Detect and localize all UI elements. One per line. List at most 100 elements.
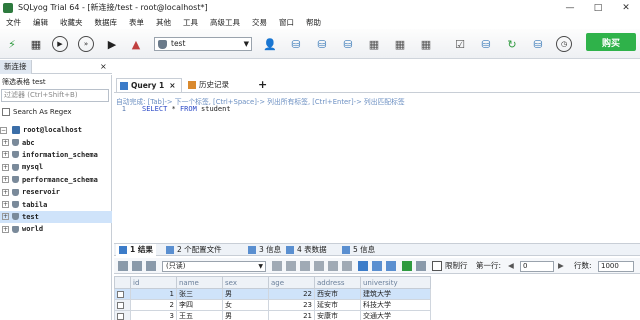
table-row[interactable]: 2 李四 女 23 延安市 科技大学 xyxy=(114,299,431,311)
tree-item-world[interactable]: + world xyxy=(0,223,112,235)
form-view-icon[interactable]: ▦ xyxy=(418,36,434,52)
schema-sync-icon[interactable]: ☑ xyxy=(452,36,468,52)
grid-mode-icon[interactable] xyxy=(358,261,368,271)
table-cell[interactable]: 21 xyxy=(268,310,315,320)
column-header-university[interactable]: university xyxy=(360,276,431,289)
execute-all-icon[interactable]: » xyxy=(78,36,94,52)
create-database-icon[interactable]: ⛁ xyxy=(288,36,304,52)
table-cell[interactable]: 男 xyxy=(222,310,269,320)
row-checkbox-cell[interactable] xyxy=(114,299,131,311)
maximize-button[interactable]: □ xyxy=(584,0,612,15)
expand-icon[interactable]: + xyxy=(2,188,9,196)
regex-search-option[interactable]: Search As Regex xyxy=(0,108,72,116)
menu-tools[interactable]: 工具 xyxy=(177,17,204,28)
export-icon[interactable]: ⛁ xyxy=(530,36,546,52)
column-header-id[interactable]: id xyxy=(130,276,177,289)
tree-item-test[interactable]: + test xyxy=(0,210,112,224)
menu-window[interactable]: 窗口 xyxy=(273,17,300,28)
import-icon[interactable]: ⛁ xyxy=(478,36,494,52)
tab-results[interactable]: 1 结果 xyxy=(116,244,156,256)
first-row-input[interactable]: 0 xyxy=(520,261,554,272)
user-manager-icon[interactable]: 👤 xyxy=(262,36,278,52)
table-cell[interactable]: 1 xyxy=(130,288,177,300)
execute-query-icon[interactable]: ▶ xyxy=(52,36,68,52)
expand-icon[interactable]: + xyxy=(2,213,9,221)
expand-icon[interactable]: + xyxy=(2,176,9,184)
expand-icon[interactable]: + xyxy=(2,163,9,171)
row-checkbox[interactable] xyxy=(117,290,124,298)
backup-database-icon[interactable]: ⛁ xyxy=(340,36,356,52)
filter-icon[interactable] xyxy=(402,261,412,271)
tab-query-1[interactable]: Query 1 × xyxy=(116,78,182,92)
previous-page-icon[interactable]: ◀ xyxy=(508,261,514,271)
column-header-sex[interactable]: sex xyxy=(222,276,269,289)
form-icon[interactable] xyxy=(132,261,142,271)
table-cell[interactable]: 科技大学 xyxy=(360,299,431,311)
close-window-button[interactable]: ✕ xyxy=(612,0,640,15)
text-view-icon[interactable] xyxy=(146,261,156,271)
tab-profiles[interactable]: 2 个配置文件 xyxy=(166,244,222,256)
copy-icon[interactable] xyxy=(286,261,296,271)
menu-file[interactable]: 文件 xyxy=(0,17,27,28)
row-checkbox[interactable] xyxy=(117,312,124,320)
tab-messages[interactable]: 3 信息 xyxy=(248,244,281,256)
table-row[interactable]: 1 张三 男 22 西安市 建筑大学 xyxy=(114,288,431,300)
table-cell[interactable]: 张三 xyxy=(176,288,223,300)
new-connection-icon[interactable]: ⚡ xyxy=(4,36,20,52)
schema-designer-icon[interactable]: ▲ xyxy=(128,36,144,52)
table-cell[interactable]: 建筑大学 xyxy=(360,288,431,300)
tab-info[interactable]: 5 信息 xyxy=(342,244,375,256)
menu-help[interactable]: 帮助 xyxy=(300,17,327,28)
scheduler-icon[interactable]: ◷ xyxy=(556,36,572,52)
menu-table[interactable]: 表单 xyxy=(123,17,150,28)
table-row[interactable]: 3 王五 男 21 安康市 交通大学 xyxy=(114,310,431,320)
connection-tab[interactable]: 新连接 xyxy=(0,60,32,74)
table-cell[interactable]: 安康市 xyxy=(314,310,361,320)
table-cell[interactable]: 23 xyxy=(268,299,315,311)
expand-icon[interactable]: + xyxy=(2,139,9,147)
database-select[interactable]: test ▼ xyxy=(154,37,252,51)
refresh-icon[interactable]: ↻ xyxy=(504,36,520,52)
table-cell[interactable]: 3 xyxy=(130,310,177,320)
regex-checkbox[interactable] xyxy=(2,108,10,116)
table-cell[interactable]: 女 xyxy=(222,299,269,311)
revert-icon[interactable] xyxy=(342,261,352,271)
expand-icon[interactable]: + xyxy=(2,151,9,159)
close-icon[interactable]: × xyxy=(100,62,107,71)
query-editor[interactable]: 自动完成: [Tab]-> 下一个标签, [Ctrl+Space]-> 列出所有… xyxy=(114,92,640,242)
tab-history[interactable]: 历史记录 xyxy=(186,78,229,92)
tree-item-reservoir[interactable]: + reservoir xyxy=(0,186,112,198)
table-view-icon[interactable]: ▦ xyxy=(366,36,382,52)
code-line[interactable]: 1 SELECT * FROM student xyxy=(114,105,231,113)
minimize-button[interactable]: — xyxy=(556,0,584,15)
menu-database[interactable]: 数据库 xyxy=(89,17,124,28)
limit-rows-checkbox[interactable] xyxy=(432,261,442,271)
row-count-input[interactable]: 1000 xyxy=(598,261,634,272)
menu-others[interactable]: 其他 xyxy=(150,17,177,28)
collapse-icon[interactable]: − xyxy=(0,126,7,134)
export-results-icon[interactable] xyxy=(272,261,282,271)
grid-icon[interactable] xyxy=(118,261,128,271)
table-cell[interactable]: 王五 xyxy=(176,310,223,320)
row-checkbox-cell[interactable] xyxy=(114,288,131,300)
menu-advanced-tools[interactable]: 高级工具 xyxy=(204,17,246,28)
expand-icon[interactable]: + xyxy=(2,201,9,209)
form-mode-icon[interactable] xyxy=(372,261,382,271)
text-mode-icon[interactable] xyxy=(386,261,396,271)
buy-button[interactable]: 购买 xyxy=(586,33,636,51)
column-header-age[interactable]: age xyxy=(268,276,315,289)
filter-input[interactable]: 过滤器 (Ctrl+Shift+B) xyxy=(1,89,109,102)
create-table-icon[interactable]: ⛁ xyxy=(314,36,330,52)
add-tab-button[interactable]: + xyxy=(258,78,267,92)
row-checkbox[interactable] xyxy=(117,301,124,309)
next-page-icon[interactable]: ▶ xyxy=(558,261,564,271)
refresh-results-icon[interactable] xyxy=(416,261,426,271)
tree-item-information-schema[interactable]: + information_schema xyxy=(0,149,112,161)
column-header-address[interactable]: address xyxy=(314,276,361,289)
save-icon[interactable] xyxy=(314,261,324,271)
row-checkbox-cell[interactable] xyxy=(114,310,131,320)
tab-table-data[interactable]: 4 表数据 xyxy=(286,244,327,256)
menu-edit[interactable]: 编辑 xyxy=(27,17,54,28)
menu-favorites[interactable]: 收藏夹 xyxy=(54,17,89,28)
table-cell[interactable]: 西安市 xyxy=(314,288,361,300)
